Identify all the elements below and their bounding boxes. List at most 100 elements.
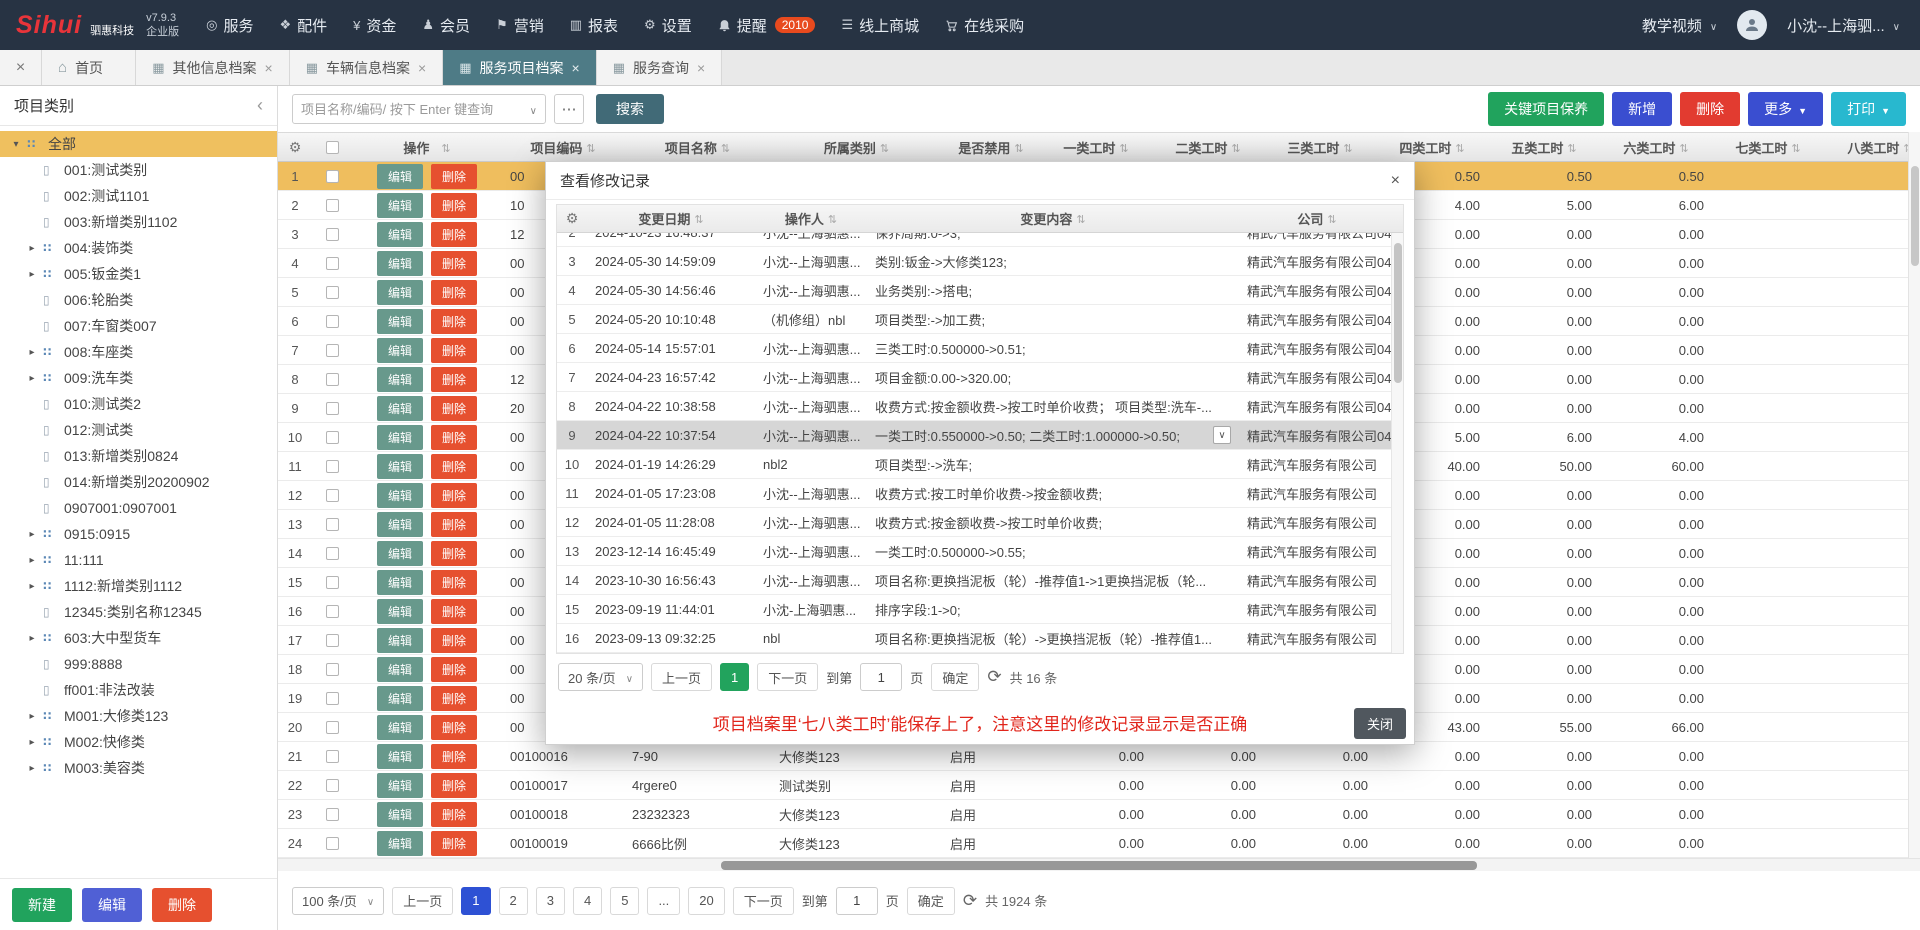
row-checkbox[interactable]: [326, 518, 339, 531]
row-checkbox[interactable]: [326, 837, 339, 850]
record-row[interactable]: 2 2024-10-23 16:48:37 小沈--上海驷惠... 保养周期:0…: [557, 233, 1403, 247]
tree-item[interactable]: ff001:非法改装: [0, 677, 277, 703]
tutorial-video-link[interactable]: 教学视频: [1638, 0, 1721, 50]
horizontal-scrollbar[interactable]: [278, 858, 1920, 871]
record-row[interactable]: 16 2023-09-13 09:32:25 nbl 项目名称:更换挡泥板（轮）…: [557, 624, 1403, 653]
tree-item[interactable]: 014:新增类别20200902: [0, 469, 277, 495]
row-checkbox[interactable]: [326, 634, 339, 647]
advanced-search-button[interactable]: [554, 94, 584, 124]
add-button[interactable]: 新增: [1612, 92, 1672, 126]
record-row[interactable]: 7 2024-04-23 16:57:42 小沈--上海驷惠... 项目金额:0…: [557, 363, 1403, 392]
column-header[interactable]: 五类工时: [1488, 133, 1600, 161]
row-checkbox[interactable]: [326, 779, 339, 792]
column-header[interactable]: 操作人: [755, 205, 867, 232]
search-dropdown-icon[interactable]: [530, 101, 537, 117]
row-checkbox[interactable]: [326, 228, 339, 241]
delete-row-button[interactable]: 删除: [431, 193, 477, 218]
tree-item[interactable]: 006:轮胎类: [0, 287, 277, 313]
tree-item[interactable]: 0907001:0907001: [0, 495, 277, 521]
nav-reports[interactable]: 报表: [557, 0, 631, 50]
page-size-select[interactable]: 100 条/页: [292, 887, 384, 915]
delete-row-button[interactable]: 删除: [431, 164, 477, 189]
record-row[interactable]: 10 2024-01-19 14:26:29 nbl2 项目类型:->洗车; 精…: [557, 450, 1403, 479]
goto-page-input[interactable]: [836, 887, 878, 915]
nav-online-mall[interactable]: 线上商城: [828, 0, 932, 50]
row-checkbox[interactable]: [326, 315, 339, 328]
tab[interactable]: 其他信息档案: [136, 50, 289, 85]
close-modal-button[interactable]: 关闭: [1354, 708, 1406, 739]
column-header[interactable]: 操作: [352, 133, 502, 161]
page-size-select[interactable]: 20 条/页: [558, 663, 643, 691]
delete-row-button[interactable]: 删除: [431, 396, 477, 421]
edit-row-button[interactable]: 编辑: [377, 454, 423, 479]
edit-row-button[interactable]: 编辑: [377, 541, 423, 566]
column-header[interactable]: 是否禁用: [942, 133, 1040, 161]
edit-row-button[interactable]: 编辑: [377, 396, 423, 421]
delete-row-button[interactable]: 删除: [431, 483, 477, 508]
row-checkbox[interactable]: [326, 170, 339, 183]
tree-item[interactable]: 002:测试1101: [0, 183, 277, 209]
record-row[interactable]: 3 2024-05-30 14:59:09 小沈--上海驷惠... 类别:钣金-…: [557, 247, 1403, 276]
edit-row-button[interactable]: 编辑: [377, 193, 423, 218]
prev-page-button[interactable]: 上一页: [392, 887, 453, 915]
tree-item[interactable]: 999:8888: [0, 651, 277, 677]
modal-scrollbar[interactable]: [1391, 233, 1403, 653]
nav-funds[interactable]: 资金: [340, 0, 409, 50]
row-checkbox[interactable]: [326, 663, 339, 676]
tree-item[interactable]: 11:111: [0, 547, 277, 573]
edit-row-button[interactable]: 编辑: [377, 367, 423, 392]
column-header[interactable]: 八类工时: [1824, 133, 1920, 161]
delete-row-button[interactable]: 删除: [431, 454, 477, 479]
edit-row-button[interactable]: 编辑: [377, 599, 423, 624]
tree-item[interactable]: 004:装饰类: [0, 235, 277, 261]
edit-category-button[interactable]: 编辑: [82, 888, 142, 922]
tree-item[interactable]: M002:快修类: [0, 729, 277, 755]
delete-row-button[interactable]: 删除: [431, 222, 477, 247]
row-checkbox[interactable]: [326, 692, 339, 705]
edit-row-button[interactable]: 编辑: [377, 715, 423, 740]
nav-service[interactable]: 服务: [193, 0, 266, 50]
refresh-icon[interactable]: [963, 891, 977, 911]
key-project-maintain-button[interactable]: 关键项目保养: [1488, 92, 1604, 126]
row-checkbox[interactable]: [326, 576, 339, 589]
column-header[interactable]: 一类工时: [1040, 133, 1152, 161]
tree-item[interactable]: 12345:类别名称12345: [0, 599, 277, 625]
scrollbar-thumb[interactable]: [1911, 166, 1919, 266]
page-button[interactable]: 1: [461, 887, 490, 915]
delete-row-button[interactable]: 删除: [431, 686, 477, 711]
delete-row-button[interactable]: 删除: [431, 802, 477, 827]
page-button[interactable]: 2: [499, 887, 528, 915]
edit-row-button[interactable]: 编辑: [377, 280, 423, 305]
edit-row-button[interactable]: 编辑: [377, 251, 423, 276]
tree-item[interactable]: 603:大中型货车: [0, 625, 277, 651]
tab-close-icon[interactable]: [572, 60, 580, 76]
record-row[interactable]: 5 2024-05-20 10:10:48 （机修组）nbl 项目类型:->加工…: [557, 305, 1403, 334]
tab-close-icon[interactable]: [418, 60, 426, 76]
row-checkbox[interactable]: [326, 750, 339, 763]
tab-close-icon[interactable]: [265, 60, 273, 76]
tree-item[interactable]: 全部: [0, 131, 277, 157]
page-button[interactable]: 20: [688, 887, 724, 915]
next-page-button[interactable]: 下一页: [733, 887, 794, 915]
delete-row-button[interactable]: 删除: [431, 599, 477, 624]
tree-item[interactable]: 005:钣金类1: [0, 261, 277, 287]
gear-icon[interactable]: [566, 210, 579, 227]
page-button[interactable]: 5: [610, 887, 639, 915]
tree-item[interactable]: M001:大修类123: [0, 703, 277, 729]
row-checkbox[interactable]: [326, 721, 339, 734]
column-header[interactable]: 三类工时: [1264, 133, 1376, 161]
record-row[interactable]: 9 2024-04-22 10:37:54 小沈--上海驷惠... 一类工时:0…: [557, 421, 1403, 450]
user-menu[interactable]: 小沈--上海驷...: [1783, 0, 1904, 50]
row-checkbox[interactable]: [326, 257, 339, 270]
edit-row-button[interactable]: 编辑: [377, 802, 423, 827]
scrollbar-thumb[interactable]: [1394, 243, 1402, 383]
edit-row-button[interactable]: 编辑: [377, 831, 423, 856]
tree-item[interactable]: 1112:新增类别1112: [0, 573, 277, 599]
record-row[interactable]: 14 2023-10-30 16:56:43 小沈--上海驷惠... 项目名称:…: [557, 566, 1403, 595]
tree-item[interactable]: 001:测试类别: [0, 157, 277, 183]
delete-row-button[interactable]: 删除: [431, 773, 477, 798]
delete-row-button[interactable]: 删除: [431, 367, 477, 392]
delete-row-button[interactable]: 删除: [431, 657, 477, 682]
table-row[interactable]: 21 编辑 删除 00100016 7-90 大修类123 启用 0.00 0: [278, 742, 1920, 771]
edit-row-button[interactable]: 编辑: [377, 657, 423, 682]
